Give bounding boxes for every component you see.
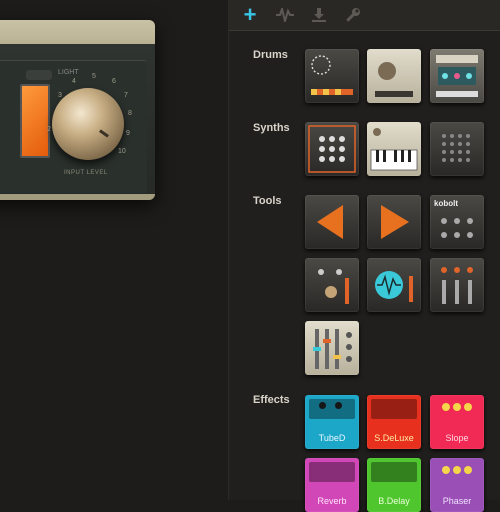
drum-pad-icon xyxy=(375,62,413,97)
reverb-pedal[interactable]: Reverb xyxy=(305,458,359,512)
dial-number: 3 xyxy=(58,92,62,99)
kobolt-tile[interactable]: kobolt xyxy=(430,195,484,249)
waveform-icon[interactable] xyxy=(273,4,297,26)
waveform-display-icon xyxy=(375,271,413,302)
phaser-label: Phaser xyxy=(442,496,472,506)
light-label: LIGHT xyxy=(58,69,79,76)
drum-pad-tile[interactable] xyxy=(367,49,421,103)
wrench-icon[interactable] xyxy=(341,4,365,26)
matrix-icon xyxy=(442,134,470,162)
eq-tool-tile[interactable] xyxy=(430,258,484,312)
pedal-knobs xyxy=(442,403,472,411)
dial-number: 5 xyxy=(92,73,96,80)
eq-icon xyxy=(441,267,473,304)
input-level-knob[interactable] xyxy=(52,88,124,160)
browser-toolbar: + xyxy=(229,0,500,31)
sdeluxe-label: S.DeLuxe xyxy=(374,433,414,443)
mixer-tool-tile[interactable] xyxy=(305,258,359,312)
keyboard-synth-tile[interactable] xyxy=(367,122,421,176)
section-synths-label: Synths xyxy=(253,122,290,134)
beat-box-tile[interactable] xyxy=(430,49,484,103)
bdelay-pedal[interactable]: B.Delay xyxy=(367,458,421,512)
synth-grid-tile[interactable] xyxy=(305,122,359,176)
console-icon xyxy=(313,329,352,369)
reverb-label: Reverb xyxy=(317,496,347,506)
dial-number: 7 xyxy=(124,92,128,99)
plus-icon[interactable]: + xyxy=(238,2,262,27)
console-tool-tile[interactable] xyxy=(305,321,359,375)
dial-number: 2 xyxy=(47,126,51,133)
knob-caption: INPUT LEVEL xyxy=(64,170,108,176)
synth-grid-icon xyxy=(308,125,356,173)
kobolt-label: kobolt xyxy=(434,199,458,208)
pedal-top xyxy=(371,462,417,482)
tubed-label: TubeD xyxy=(318,433,346,443)
dial-number: 4 xyxy=(72,78,76,85)
phaser-pedal[interactable]: Phaser xyxy=(430,458,484,512)
knob-pointer xyxy=(99,129,109,138)
play-tool-tile[interactable] xyxy=(367,195,421,249)
plugin-footer xyxy=(0,194,155,200)
dial-number: 6 xyxy=(112,78,116,85)
section-drums-label: Drums xyxy=(253,49,288,61)
matrix-synth-tile[interactable] xyxy=(430,122,484,176)
drum-machine-tile[interactable] xyxy=(305,49,359,103)
mixer-icon xyxy=(318,269,349,304)
waveform-tool-tile[interactable] xyxy=(367,258,421,312)
slope-label: Slope xyxy=(445,433,469,443)
keyboard-icon xyxy=(370,128,418,171)
triangle-right-icon xyxy=(381,205,409,239)
drum-machine-icon xyxy=(311,55,353,95)
tubed-pedal[interactable]: TubeD xyxy=(305,395,359,449)
download-icon[interactable] xyxy=(307,4,331,26)
dial-number: 10 xyxy=(118,148,126,155)
pedal-top xyxy=(309,399,355,419)
sdeluxe-pedal[interactable]: S.DeLuxe xyxy=(367,395,421,449)
pedal-top xyxy=(371,399,417,419)
level-meter xyxy=(20,84,50,158)
triangle-left-icon xyxy=(317,205,343,239)
slope-pedal[interactable]: Slope xyxy=(430,395,484,449)
section-effects-label: Effects xyxy=(253,394,290,406)
beat-box-icon xyxy=(436,55,478,97)
plugin-titlebar[interactable] xyxy=(0,20,155,44)
pedal-knobs xyxy=(442,466,472,474)
dial-number: 8 xyxy=(128,110,132,117)
dial-number: 9 xyxy=(126,130,130,137)
section-tools-label: Tools xyxy=(253,195,282,207)
rewind-tool-tile[interactable] xyxy=(305,195,359,249)
bdelay-label: B.Delay xyxy=(378,496,410,506)
pedal-top xyxy=(309,462,355,482)
light-toggle[interactable] xyxy=(26,70,52,80)
